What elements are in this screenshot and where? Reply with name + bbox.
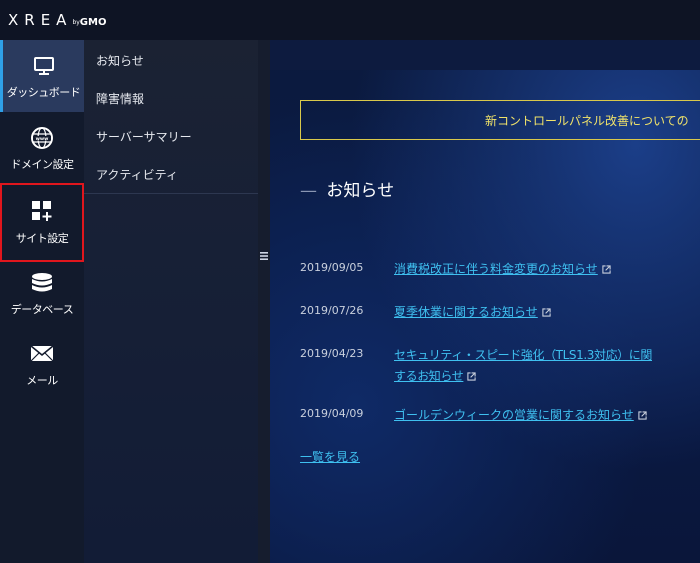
xrea-logo[interactable]: XREA by GMO [8, 11, 106, 29]
main-content: 新コントロールパネル改善についての — お知らせ 2019/09/05 消費税改… [270, 40, 700, 563]
news-date: 2019/04/23 [300, 347, 364, 360]
submenu-list: お知らせ 障害情報 サーバーサマリー アクティビティ [84, 40, 258, 194]
news-date: 2019/04/09 [300, 407, 364, 420]
notice-banner[interactable]: 新コントロールパネル改善についての [300, 100, 700, 140]
news-date: 2019/07/26 [300, 304, 364, 317]
submenu-item-news[interactable]: お知らせ [96, 52, 144, 69]
main-top-strip [270, 40, 700, 70]
globe-www-icon: www [0, 126, 84, 150]
rail-item-dashboard[interactable]: ダッシュボード [0, 40, 84, 112]
logo-gmo-text: GMO [79, 17, 107, 28]
monitor-icon [3, 54, 84, 78]
top-bar: XREA by GMO [0, 0, 700, 41]
rail-item-site[interactable]: サイト設定 [0, 183, 84, 262]
view-all-link[interactable]: 一覧を見る [300, 448, 360, 465]
envelope-icon [0, 342, 84, 366]
news-link[interactable]: 夏季休業に関するお知らせ [394, 302, 694, 323]
news-date: 2019/09/05 [300, 261, 364, 274]
splitter-handle-icon[interactable] [258, 250, 270, 264]
section-title-dash: — [300, 181, 317, 201]
submenu-item-activity[interactable]: アクティビティ [96, 166, 178, 183]
database-icon [0, 272, 84, 296]
svg-text:www: www [36, 137, 49, 142]
logo-by-text: by [72, 19, 80, 26]
rail-item-domain[interactable]: www ドメイン設定 [0, 112, 84, 184]
section-title-text: お知らせ [326, 181, 395, 201]
rail-item-database[interactable]: データベース [0, 262, 84, 334]
news-link[interactable]: ゴールデンウィークの営業に関するお知らせ [394, 405, 694, 426]
news-link[interactable]: 消費税改正に伴う料金変更のお知らせ [394, 259, 694, 280]
submenu-panel: お知らせ 障害情報 サーバーサマリー アクティビティ [84, 40, 258, 563]
rail-item-label: データベース [10, 303, 74, 316]
site-grid-icon [0, 199, 84, 223]
submenu-item-incidents[interactable]: 障害情報 [96, 90, 144, 107]
rail-item-label: サイト設定 [15, 232, 69, 245]
external-link-icon [467, 372, 477, 381]
icon-rail: ダッシュボード www ドメイン設定 サイト設定 データベース メール [0, 40, 84, 563]
section-title: — お知らせ [300, 176, 394, 201]
rail-item-label: メール [26, 374, 58, 387]
submenu-item-server-summary[interactable]: サーバーサマリー [96, 128, 192, 145]
rail-item-label: ドメイン設定 [10, 158, 75, 171]
news-link[interactable]: セキュリティ・スピード強化（TLS1.3対応）に関 するお知らせ [394, 345, 694, 387]
external-link-icon [602, 265, 611, 274]
rail-item-mail[interactable]: メール [0, 334, 84, 406]
logo-text: XREA [8, 11, 73, 29]
notice-text: 新コントロールパネル改善についての [485, 113, 689, 128]
external-link-icon [542, 308, 551, 317]
external-link-icon [638, 411, 647, 420]
rail-item-label: ダッシュボード [6, 86, 81, 99]
panel-splitter[interactable] [258, 40, 270, 563]
